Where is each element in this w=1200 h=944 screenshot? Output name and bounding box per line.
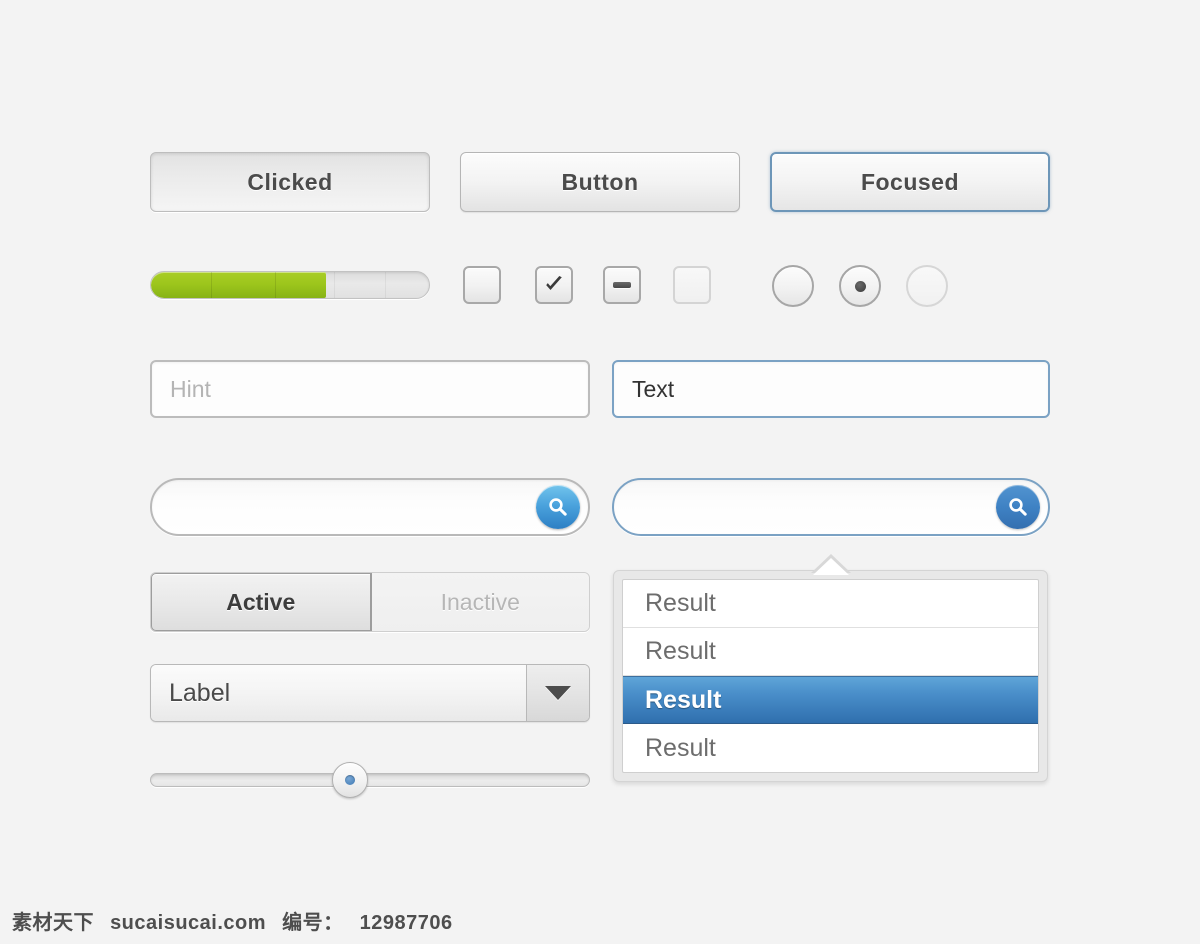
dash-icon bbox=[613, 282, 631, 288]
popover-caret bbox=[813, 558, 849, 575]
radio-unselected[interactable] bbox=[772, 265, 814, 307]
search-results-popover: Result Result Result Result bbox=[613, 554, 1048, 782]
search-result-label: Result bbox=[645, 637, 716, 665]
search-result-row[interactable]: Result bbox=[623, 676, 1038, 724]
select-arrow-button[interactable] bbox=[526, 665, 589, 721]
search-result-label: Result bbox=[645, 685, 722, 714]
progress-bar bbox=[150, 271, 430, 299]
check-icon bbox=[546, 276, 562, 291]
default-button[interactable]: Button bbox=[460, 152, 740, 212]
select-value: Label bbox=[151, 665, 526, 721]
segment-inactive-label: Inactive bbox=[440, 588, 520, 615]
search-result-row[interactable]: Result bbox=[623, 580, 1038, 628]
search-result-row[interactable]: Result bbox=[623, 724, 1038, 772]
hint-text-field[interactable]: Hint bbox=[150, 360, 590, 418]
segment-inactive[interactable]: Inactive bbox=[371, 573, 589, 631]
chevron-down-icon bbox=[545, 686, 571, 700]
watermark-id-value: 12987706 bbox=[359, 912, 453, 934]
slider-thumb[interactable] bbox=[331, 762, 368, 798]
default-button-label: Button bbox=[561, 168, 639, 195]
search-result-row[interactable]: Result bbox=[623, 628, 1038, 676]
segmented-control: Active Inactive bbox=[150, 572, 590, 632]
slider[interactable] bbox=[150, 760, 590, 800]
checkbox-unchecked[interactable] bbox=[463, 266, 501, 304]
search-button-default[interactable] bbox=[536, 485, 580, 529]
radio-dot-icon bbox=[854, 280, 866, 292]
radio-disabled[interactable] bbox=[906, 265, 948, 307]
filled-text-field[interactable]: Text bbox=[612, 360, 1050, 418]
clicked-button-label: Clicked bbox=[247, 168, 333, 195]
hint-text-field-placeholder: Hint bbox=[170, 375, 211, 402]
watermark: 素材天下 sucaisucai.com 编号： 12987706 bbox=[12, 906, 463, 935]
search-icon bbox=[1009, 498, 1027, 516]
search-button-focused[interactable] bbox=[996, 485, 1040, 529]
watermark-site-cn: 素材天下 bbox=[12, 912, 94, 934]
select-dropdown[interactable]: Label bbox=[150, 664, 590, 722]
watermark-id-label: 编号： bbox=[282, 912, 344, 934]
watermark-site-url: sucaisucai.com bbox=[110, 912, 267, 934]
search-results-list: Result Result Result Result bbox=[622, 579, 1039, 773]
filled-text-field-value: Text bbox=[632, 375, 675, 402]
clicked-button[interactable]: Clicked bbox=[150, 152, 430, 212]
search-result-label: Result bbox=[645, 589, 716, 617]
search-field-default[interactable] bbox=[150, 478, 590, 536]
search-field-focused[interactable] bbox=[612, 478, 1050, 536]
search-result-label: Result bbox=[645, 733, 716, 762]
radio-selected[interactable] bbox=[839, 265, 881, 307]
checkbox-checked[interactable] bbox=[535, 266, 573, 304]
segment-active-label: Active bbox=[226, 588, 296, 615]
ui-kit-canvas: Clicked Button Focused Hint Text Active … bbox=[0, 0, 1200, 944]
checkbox-disabled[interactable] bbox=[673, 266, 711, 304]
focused-button-label: Focused bbox=[860, 168, 960, 195]
segment-active[interactable]: Active bbox=[151, 573, 372, 631]
progress-bar-fill bbox=[151, 272, 327, 298]
slider-thumb-dot-icon bbox=[344, 775, 355, 785]
checkbox-indeterminate[interactable] bbox=[603, 266, 641, 304]
focused-button[interactable]: Focused bbox=[770, 152, 1050, 212]
slider-track[interactable] bbox=[150, 773, 590, 787]
search-icon bbox=[549, 498, 567, 516]
